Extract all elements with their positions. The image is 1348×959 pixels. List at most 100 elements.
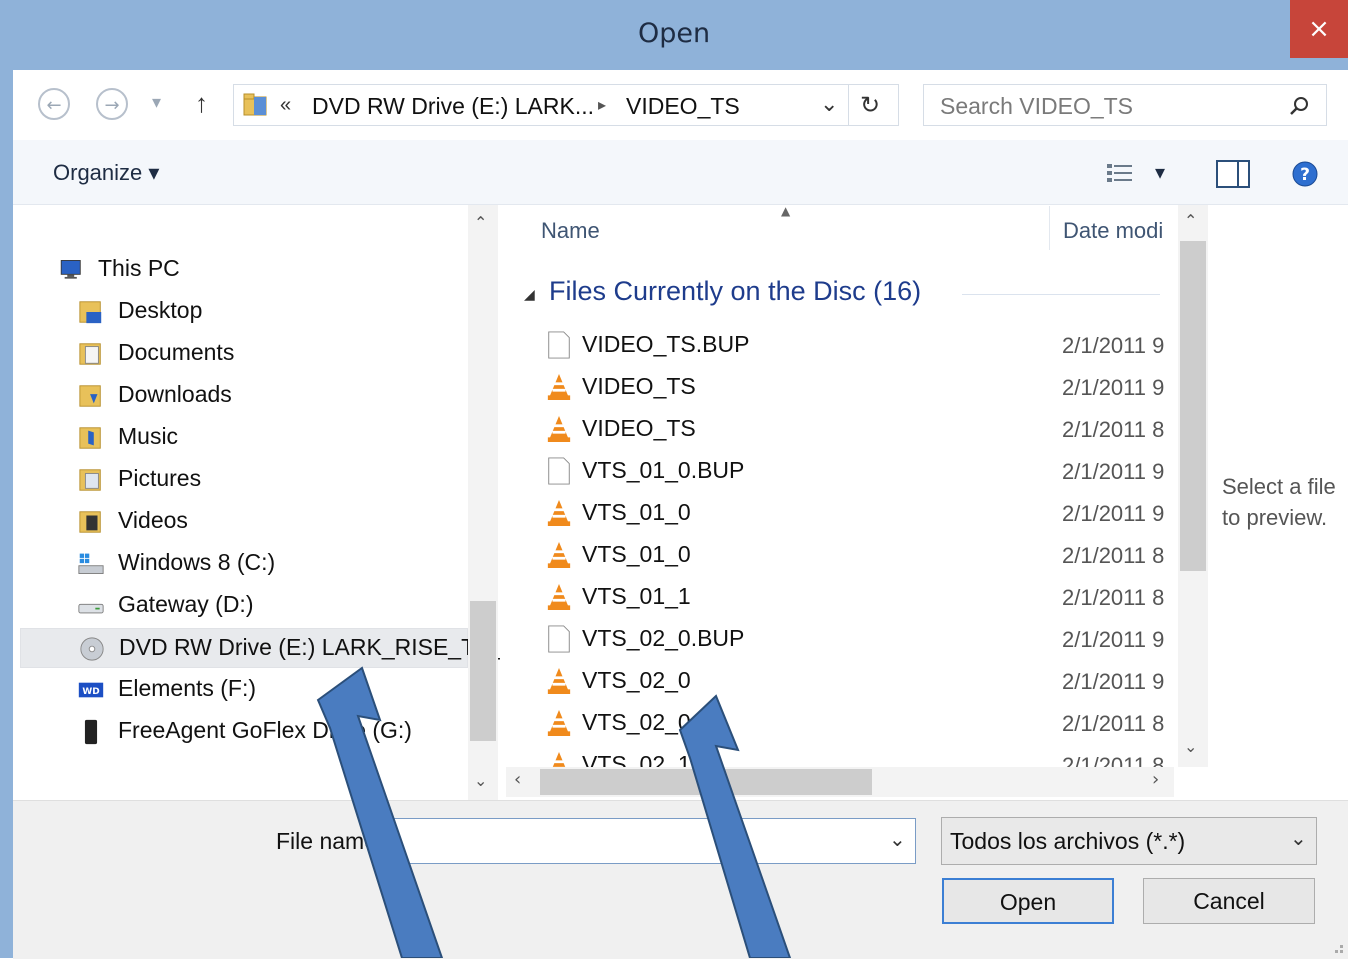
drive-icon [78,593,104,619]
organize-button[interactable]: Organize ▾ [53,160,159,186]
sidebar-item-desktop[interactable]: Desktop [20,292,466,330]
breadcrumb-overflow[interactable]: « [280,94,291,117]
folder-icon [242,91,270,119]
address-bar[interactable]: « DVD RW Drive (E:) LARK... ▸ VIDEO_TS ⌄… [233,84,899,126]
address-divider [848,85,849,125]
breadcrumb-segment-drive[interactable]: DVD RW Drive (E:) LARK... [312,93,594,120]
filetype-select[interactable]: Todos los archivos (*.*) ⌄ [941,817,1317,865]
vlc-icon [546,415,572,443]
filelist-scroll-up-icon[interactable]: ⌃ [1184,211,1197,230]
pictures-folder-icon [78,467,104,493]
file-row[interactable]: VTS_01_0.BUP 2/1/2011 9 [520,451,1180,491]
filelist-hscrollbar[interactable]: ‹ › [506,767,1174,797]
title-bar[interactable]: Open × [0,0,1348,70]
sort-indicator-icon: ▲ [781,204,790,218]
resize-grip-icon[interactable] [1326,936,1346,956]
preview-text-line2: to preview. [1222,505,1327,531]
file-row[interactable]: VTS_02_1 2/1/2011 8 [520,745,1180,767]
back-button[interactable]: ← [38,88,70,120]
column-header-date[interactable]: Date modi [1063,218,1175,244]
forward-button[interactable]: → [96,88,128,120]
open-button[interactable]: Open [942,878,1114,924]
sidebar-item-music[interactable]: Music [20,418,466,456]
filelist-vscrollbar[interactable]: ⌃ ⌄ [1178,205,1208,767]
file-row[interactable]: VTS_02_0 2/1/2011 9 [520,661,1180,701]
music-folder-icon [78,425,104,451]
filelist-scroll-right-icon[interactable]: › [1152,769,1159,790]
windows-drive-icon [78,551,104,577]
up-button[interactable]: ↑ [195,88,208,119]
file-row[interactable]: VTS_02_0.BUP 2/1/2011 9 [520,619,1180,659]
file-row[interactable]: VTS_02_0 2/1/2011 8 [520,703,1180,743]
svg-text:?: ? [1300,165,1310,185]
sidebar-scroll-down-icon[interactable]: ⌄ [474,771,487,790]
dialog-title: Open [0,18,1348,49]
external-drive-icon [78,719,104,745]
filelist-scroll-left-icon[interactable]: ‹ [514,769,521,790]
sidebar-item-downloads[interactable]: Downloads [20,376,466,414]
computer-icon [56,257,82,283]
cancel-button[interactable]: Cancel [1143,878,1315,924]
documents-folder-icon [78,341,104,367]
vlc-icon [546,499,572,527]
sidebar-item-gateway-d[interactable]: Gateway (D:) [20,586,466,624]
file-icon [546,457,572,485]
command-bar: Organize ▾ ▾ ? [13,140,1348,205]
file-row[interactable]: VTS_01_0 2/1/2011 8 [520,535,1180,575]
file-row[interactable]: VTS_01_1 2/1/2011 8 [520,577,1180,617]
filelist-vscroll-thumb[interactable] [1180,241,1206,571]
group-divider [962,294,1160,295]
preview-pane-icon[interactable] [1216,160,1250,188]
vlc-icon [546,583,572,611]
desktop-folder-icon [78,299,104,325]
sidebar-item-pictures[interactable]: Pictures [20,460,466,498]
group-header[interactable]: Files Currently on the Disc (16) [549,276,921,307]
sidebar-item-videos[interactable]: Videos [20,502,466,540]
file-icon [546,625,572,653]
dvd-icon [79,636,105,662]
recent-locations-button[interactable]: ▾ [152,92,161,113]
vlc-icon [546,373,572,401]
sidebar-scroll-up-icon[interactable]: ⌃ [474,213,487,232]
view-options-icon[interactable] [1105,162,1137,186]
close-button[interactable]: × [1290,0,1348,58]
sidebar-item-documents[interactable]: Documents [20,334,466,372]
wd-drive-icon: WD [78,677,104,703]
videos-folder-icon [78,509,104,535]
open-dialog: Open × ← → ▾ ↑ « DVD RW Drive (E:) LARK.… [0,0,1348,958]
search-input[interactable]: Search VIDEO_TS [940,93,1133,120]
view-dropdown-button[interactable]: ▾ [1155,160,1165,185]
help-icon[interactable]: ? [1291,160,1319,188]
filetype-value: Todos los archivos (*.*) [950,828,1185,855]
search-icon [1288,94,1312,118]
group-collapse-icon[interactable]: ◢ [524,286,535,303]
annotation-arrow-left [300,660,460,958]
vlc-icon [546,667,572,695]
filelist-scroll-down-icon[interactable]: ⌄ [1184,737,1197,756]
breadcrumb-separator[interactable]: ▸ [598,95,606,115]
file-row-clip: VTS_02_1 2/1/2011 8 [520,745,1180,767]
sidebar-item-windows-c[interactable]: Windows 8 (C:) [20,544,466,582]
vlc-icon [546,541,572,569]
filename-dropdown-icon[interactable]: ⌄ [889,827,906,852]
file-icon [546,331,572,359]
search-box[interactable]: Search VIDEO_TS [923,84,1327,126]
annotation-arrow-right [650,690,810,958]
svg-text:WD: WD [82,687,99,697]
downloads-folder-icon [78,383,104,409]
sidebar-scrollbar[interactable]: ⌃ ⌄ [468,205,498,800]
file-row[interactable]: VIDEO_TS.BUP 2/1/2011 9 [520,325,1180,365]
sidebar-scroll-thumb[interactable] [470,601,496,741]
file-row[interactable]: VIDEO_TS 2/1/2011 8 [520,409,1180,449]
filetype-dropdown-icon[interactable]: ⌄ [1290,826,1307,851]
file-row[interactable]: VTS_01_0 2/1/2011 9 [520,493,1180,533]
vlc-icon [546,751,572,767]
column-divider[interactable] [1049,206,1050,250]
preview-text-line1: Select a file [1222,474,1336,500]
breadcrumb-segment-folder[interactable]: VIDEO_TS [626,93,740,120]
refresh-button[interactable]: ↻ [860,91,880,120]
sidebar-item-this-pc[interactable]: This PC [20,250,466,288]
file-row[interactable]: VIDEO_TS 2/1/2011 9 [520,367,1180,407]
address-dropdown-button[interactable]: ⌄ [820,91,838,117]
column-header-name[interactable]: Name [541,218,600,244]
